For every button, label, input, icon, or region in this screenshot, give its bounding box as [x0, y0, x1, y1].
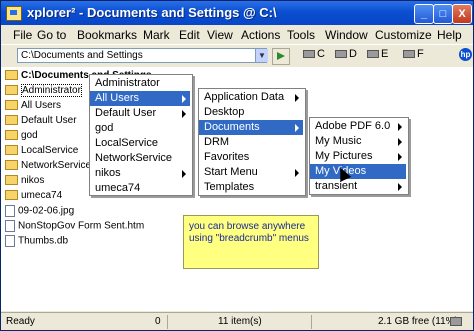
list-item[interactable]: Thumbs.db — [5, 235, 68, 249]
app-window: xplorer² - Documents and Settings @ C:\ … — [0, 0, 474, 331]
folder-icon — [5, 115, 18, 126]
close-button[interactable]: X — [452, 4, 472, 24]
status-drive — [450, 316, 462, 327]
folder-icon — [5, 70, 18, 81]
html-file-icon — [5, 220, 15, 232]
status-bar: Ready 11 item(s) 2.1 GB free (11%) 0 — [1, 312, 473, 330]
submenu-arrow-icon — [398, 183, 402, 191]
folder-icon — [5, 85, 18, 96]
list-item[interactable]: nikos — [5, 175, 44, 189]
list-item[interactable]: LocalService — [5, 145, 78, 159]
drive-icon — [367, 50, 379, 59]
window-title: xplorer² - Documents and Settings @ C:\ — [27, 5, 277, 20]
menu-file[interactable]: File — [13, 28, 32, 42]
menu-item-my-music[interactable]: My Music — [310, 134, 406, 149]
menu-help[interactable]: Help — [437, 28, 462, 42]
menu-mark[interactable]: Mark — [143, 28, 170, 42]
menu-item-drm[interactable]: DRM — [199, 135, 303, 150]
submenu-arrow-icon — [398, 123, 402, 131]
submenu-arrow-icon — [182, 110, 186, 118]
list-item[interactable]: umeca74 — [5, 190, 62, 204]
menu-item-my-pictures[interactable]: My Pictures — [310, 149, 406, 164]
address-toolbar: ▼ C D E F hp — [1, 44, 473, 68]
drive-icon — [335, 50, 347, 59]
status-zero: 0 — [155, 316, 161, 327]
drive-f-button[interactable]: F — [403, 48, 424, 63]
menu-window[interactable]: Window — [325, 28, 368, 42]
menu-item-nikos[interactable]: nikos — [90, 166, 190, 181]
maximize-button[interactable]: □ — [433, 4, 453, 24]
breadcrumb-menu-users: Administrator All Users Default User god… — [89, 74, 193, 196]
menu-item-my-videos[interactable]: My Videos — [310, 164, 406, 179]
menu-tools[interactable]: Tools — [287, 28, 315, 42]
list-item[interactable]: Default User — [5, 115, 77, 129]
folder-icon — [5, 145, 18, 156]
app-icon[interactable] — [6, 6, 22, 21]
submenu-arrow-icon — [295, 94, 299, 102]
image-file-icon — [5, 205, 15, 217]
menu-customize[interactable]: Customize — [375, 28, 432, 42]
minimize-button[interactable]: _ — [414, 4, 434, 24]
menu-go-to[interactable]: Go to — [37, 28, 66, 42]
submenu-arrow-icon — [182, 170, 186, 178]
hp-logo-icon: hp — [459, 48, 472, 61]
menu-item-default-user[interactable]: Default User — [90, 106, 190, 121]
address-dropdown-icon[interactable]: ▼ — [255, 49, 268, 62]
menu-item-start-menu[interactable]: Start Menu — [199, 165, 303, 180]
breadcrumb-menu-documents: Adobe PDF 6.0 My Music My Pictures My Vi… — [309, 117, 409, 195]
status-ready: Ready — [6, 316, 35, 327]
drive-c-button[interactable]: C — [303, 48, 325, 63]
menu-bookmarks[interactable]: Bookmarks — [77, 28, 137, 42]
folder-icon — [5, 160, 18, 171]
menu-edit[interactable]: Edit — [179, 28, 200, 42]
list-item[interactable]: NetworkService — [5, 160, 91, 174]
address-input[interactable] — [17, 48, 267, 63]
folder-icon — [5, 190, 18, 201]
db-file-icon — [5, 235, 15, 247]
drive-icon — [303, 50, 315, 59]
submenu-arrow-icon — [398, 153, 402, 161]
status-free-space: 2.1 GB free (11%) — [378, 316, 458, 327]
menu-item-templates[interactable]: Templates — [199, 180, 303, 195]
go-button[interactable] — [272, 48, 290, 65]
submenu-arrow-icon — [295, 124, 299, 132]
breadcrumb-menu-all-users: Application Data Desktop Documents DRM F… — [198, 88, 306, 196]
folder-icon — [5, 130, 18, 141]
submenu-arrow-icon — [398, 138, 402, 146]
menu-item-networkservice[interactable]: NetworkService — [90, 151, 190, 166]
list-item[interactable]: All Users — [5, 100, 61, 114]
menu-item-administrator[interactable]: Administrator — [90, 76, 190, 91]
menu-item-localservice[interactable]: LocalService — [90, 136, 190, 151]
menu-item-god[interactable]: god — [90, 121, 190, 136]
menu-view[interactable]: View — [207, 28, 233, 42]
menu-item-adobe-pdf[interactable]: Adobe PDF 6.0 — [310, 119, 406, 134]
list-item[interactable]: 09-02-06.jpg — [5, 205, 74, 219]
menu-item-transient[interactable]: transient — [310, 179, 406, 194]
menu-item-desktop[interactable]: Desktop — [199, 105, 303, 120]
menu-item-umeca74[interactable]: umeca74 — [90, 181, 190, 196]
status-divider — [311, 315, 312, 329]
drive-icon — [403, 50, 415, 59]
status-divider — [167, 315, 168, 329]
list-item[interactable]: god — [5, 130, 38, 144]
list-item[interactable]: NonStopGov Form Sent.htm — [5, 220, 144, 234]
menu-item-application-data[interactable]: Application Data — [199, 90, 303, 105]
menu-item-favorites[interactable]: Favorites — [199, 150, 303, 165]
drive-e-button[interactable]: E — [367, 48, 388, 63]
menu-item-documents[interactable]: Documents — [199, 120, 303, 135]
submenu-arrow-icon — [182, 95, 186, 103]
menu-bar: File Go to Bookmarks Mark Edit View Acti… — [1, 26, 473, 44]
hard-drive-icon — [450, 316, 462, 326]
drive-d-button[interactable]: D — [335, 48, 357, 63]
list-item-administrator[interactable]: Administrator — [5, 84, 82, 99]
status-item-count: 11 item(s) — [218, 316, 262, 327]
menu-item-all-users[interactable]: All Users — [90, 91, 190, 106]
submenu-arrow-icon — [295, 169, 299, 177]
folder-icon — [5, 175, 18, 186]
folder-icon — [5, 100, 18, 111]
menu-actions[interactable]: Actions — [241, 28, 280, 42]
title-bar[interactable]: xplorer² - Documents and Settings @ C:\ … — [1, 1, 473, 25]
tip-callout: you can browse anywhere using "breadcrum… — [183, 215, 319, 269]
